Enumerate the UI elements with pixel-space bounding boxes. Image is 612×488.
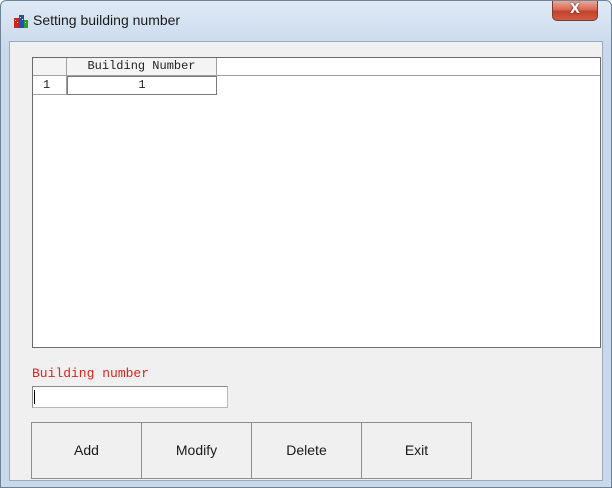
building-grid[interactable]: Building Number 1 1 — [32, 57, 601, 348]
exit-button[interactable]: Exit — [361, 422, 472, 479]
delete-button[interactable]: Delete — [251, 422, 362, 479]
building-icon — [14, 15, 28, 28]
button-row: Add Modify Delete Exit — [31, 422, 473, 479]
grid-corner — [33, 58, 67, 75]
text-caret — [34, 390, 35, 404]
building-number-input[interactable] — [32, 386, 228, 408]
building-number-label: Building number — [32, 366, 150, 381]
title-bar[interactable]: Setting building number X — [1, 1, 611, 41]
modify-button[interactable]: Modify — [141, 422, 252, 479]
close-button[interactable]: X — [552, 1, 598, 21]
dialog-body: Building Number 1 1 Building number Add … — [9, 41, 603, 481]
close-icon: X — [569, 2, 581, 17]
grid-header: Building Number — [33, 58, 600, 76]
table-row[interactable]: 1 1 — [33, 76, 600, 95]
window-title: Setting building number — [33, 12, 181, 28]
building-number-cell[interactable]: 1 — [67, 76, 217, 95]
column-header-building-number[interactable]: Building Number — [67, 58, 217, 75]
dialog-window: Setting building number X Building Numbe… — [0, 0, 612, 488]
add-button[interactable]: Add — [31, 422, 142, 479]
row-header[interactable]: 1 — [33, 76, 67, 95]
